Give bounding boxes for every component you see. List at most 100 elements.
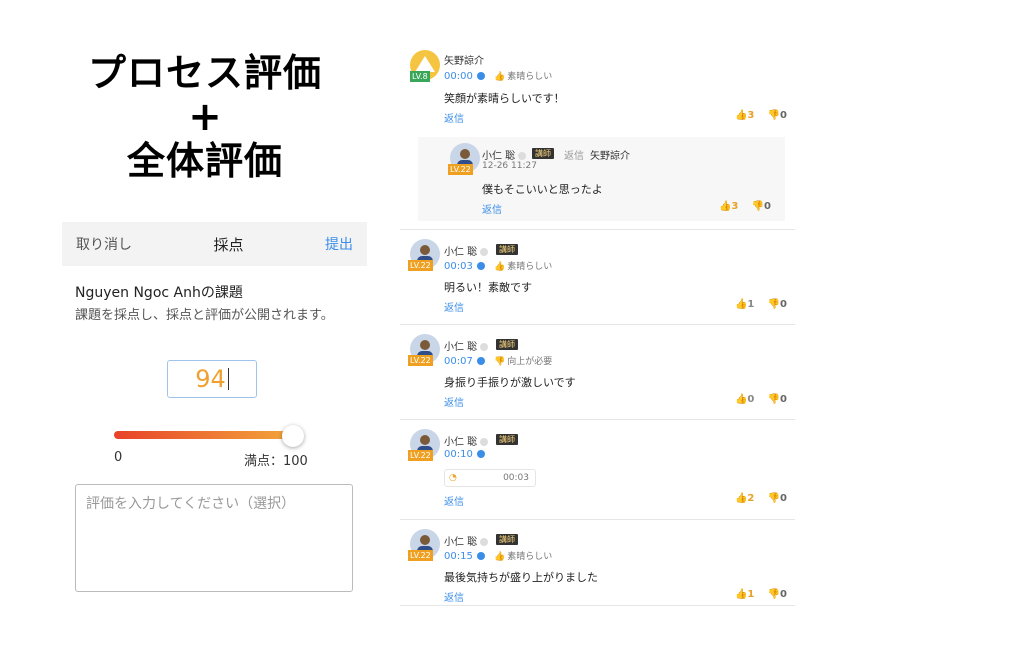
comment-item: LV.22 小仁 聡 講師 00:07 👎 向上が必要 身振り手振りが激しいです … — [400, 332, 795, 422]
comment-author[interactable]: 小仁 聡 — [444, 537, 477, 548]
like-count: 3 — [731, 201, 739, 212]
dislike-button[interactable]: 👎0 — [768, 394, 787, 405]
headline: プロセス評価 + 全体評価 — [60, 48, 350, 186]
reply-votes: 👍3 👎0 — [709, 201, 771, 212]
reply-author-line: 小仁 聡 — [482, 147, 527, 162]
level-badge: LV.22 — [408, 260, 433, 271]
status-dot-icon — [480, 538, 489, 546]
score-slider[interactable] — [114, 425, 304, 447]
comment-timestamp[interactable]: 00:03 — [444, 261, 473, 272]
thumbs-up-icon: 👍 — [494, 552, 506, 562]
instructor-badge: 講師 — [496, 534, 518, 545]
thumbs-up-icon: 👍 — [494, 72, 506, 82]
play-dot-icon[interactable] — [476, 357, 485, 365]
level-badge: LV.22 — [408, 355, 433, 366]
comment-tag: 👍 素晴らしい — [494, 262, 552, 272]
like-button[interactable]: 👍1 — [735, 299, 754, 310]
comment-meta: 00:10 — [444, 449, 485, 460]
score-input[interactable]: 94 — [167, 360, 257, 398]
comment-tag-label: 素晴らしい — [507, 552, 553, 562]
status-dot-icon — [480, 248, 489, 256]
comment-author-line: 小仁 聡 — [444, 433, 489, 448]
reply-button[interactable]: 返信 — [482, 201, 502, 216]
audio-wave-icon: ◔ — [449, 473, 457, 483]
comment-timestamp[interactable]: 00:10 — [444, 449, 473, 460]
play-dot-icon[interactable] — [476, 262, 485, 270]
comment-author[interactable]: 小仁 聡 — [444, 247, 477, 258]
instructor-badge: 講師 — [496, 244, 518, 255]
text-cursor — [227, 368, 229, 390]
comment-author[interactable]: 小仁 聡 — [444, 437, 477, 448]
level-badge: LV.22 — [408, 550, 433, 561]
submit-button[interactable]: 提出 — [325, 234, 353, 254]
comment-tag-label: 素晴らしい — [507, 262, 553, 272]
cancel-button[interactable]: 取り消し — [76, 234, 132, 254]
dislike-button[interactable]: 👎0 — [752, 201, 771, 212]
like-count: 0 — [747, 394, 755, 405]
screen: プロセス評価 + 全体評価 取り消し 採点 提出 Nguyen Ngoc Anh… — [0, 0, 1024, 656]
dislike-button[interactable]: 👎0 — [768, 110, 787, 121]
like-count: 1 — [747, 299, 755, 310]
comment-item: LV.8 矢野諒介 00:00 👍 素晴らしい 笑顔が素晴らしいです！ 返信 👍3… — [400, 48, 795, 230]
comment-tag-label: 素晴らしい — [507, 72, 553, 82]
divider — [400, 605, 795, 606]
play-dot-icon[interactable] — [476, 450, 485, 458]
like-button[interactable]: 👍1 — [735, 589, 754, 600]
comment-timestamp[interactable]: 00:00 — [444, 71, 473, 82]
comment-item: LV.22 小仁 聡 講師 00:15 👍 素晴らしい 最後気持ちが盛り上がりまし… — [400, 527, 795, 617]
divider — [400, 419, 795, 420]
reply-button[interactable]: 返信 — [444, 493, 464, 508]
comment-author[interactable]: 矢野諒介 — [444, 52, 484, 67]
comment-author-line: 小仁 聡 — [444, 338, 489, 353]
status-dot-icon — [480, 438, 489, 446]
like-button[interactable]: 👍0 — [735, 394, 754, 405]
dislike-button[interactable]: 👎0 — [768, 493, 787, 504]
reply-target[interactable]: 矢野諒介 — [590, 147, 630, 162]
score-value: 94 — [195, 365, 226, 393]
dislike-button[interactable]: 👎0 — [768, 299, 787, 310]
thumbs-down-icon: 👎 — [494, 357, 506, 367]
comment-meta: 00:00 👍 素晴らしい — [444, 69, 552, 82]
thumbs-up-icon: 👍 — [494, 262, 506, 272]
reply-button[interactable]: 返信 — [444, 589, 464, 604]
level-badge: LV.22 — [448, 164, 473, 175]
headline-line-overall: 全体評価 — [126, 139, 283, 183]
score-slider-thumb[interactable] — [281, 425, 304, 447]
comment-author-line: 小仁 聡 — [444, 243, 489, 258]
reply-text: 僕もそこいいと思ったよ — [482, 183, 603, 196]
comment-tag: 👍 素晴らしい — [494, 552, 552, 562]
headline-plus: + — [188, 94, 222, 140]
comment-timestamp[interactable]: 00:15 — [444, 551, 473, 562]
dislike-count: 0 — [764, 201, 771, 212]
play-dot-icon[interactable] — [476, 72, 485, 80]
play-dot-icon[interactable] — [476, 552, 485, 560]
status-dot-icon — [480, 343, 489, 351]
comment-author[interactable]: 小仁 聡 — [444, 342, 477, 353]
like-button[interactable]: 👍2 — [735, 493, 754, 504]
comment-votes: 👍1 👎0 — [725, 299, 787, 310]
score-slider-track[interactable] — [114, 431, 293, 439]
like-button[interactable]: 👍3 — [735, 110, 754, 121]
grading-title: 採点 — [213, 235, 244, 254]
instructor-badge: 講師 — [496, 339, 518, 350]
like-button[interactable]: 👍3 — [719, 201, 738, 212]
instructor-badge: 講師 — [496, 434, 518, 445]
grading-header-bar: 取り消し 採点 提出 — [62, 222, 367, 266]
dislike-count: 0 — [780, 589, 787, 600]
score-range-min: 0 — [114, 450, 123, 465]
reply-button[interactable]: 返信 — [444, 299, 464, 314]
dislike-button[interactable]: 👎0 — [768, 589, 787, 600]
reply-button[interactable]: 返信 — [444, 110, 464, 125]
comment-author-line: 小仁 聡 — [444, 533, 489, 548]
comment-tag: 👎 向上が必要 — [494, 357, 552, 367]
reply-button[interactable]: 返信 — [444, 394, 464, 409]
task-description: 課題を採点し、採点と評価が公開されます。 — [75, 308, 334, 323]
comment-text: 明るい！素敵です — [444, 281, 532, 294]
audio-player[interactable]: ◔ 00:03 — [444, 469, 536, 487]
comment-timestamp[interactable]: 00:07 — [444, 356, 473, 367]
comment-votes: 👍0 👎0 — [725, 394, 787, 405]
evaluation-comment-input[interactable] — [75, 484, 353, 592]
audio-duration: 00:03 — [503, 473, 529, 483]
task-title: Nguyen Ngoc Anhの課題 — [75, 285, 243, 301]
score-range-max: 満点：100 — [244, 454, 308, 469]
